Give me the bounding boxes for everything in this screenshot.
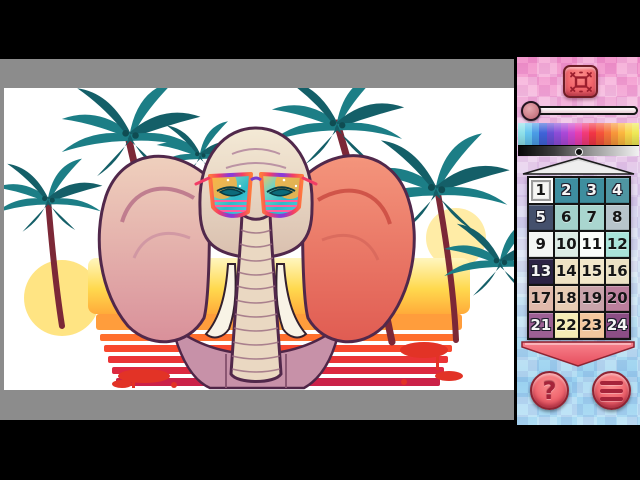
palette-cell-11[interactable]: 11 [580,232,604,257]
spectrum-swatch-8[interactable] [575,123,582,145]
help-button[interactable]: ? [530,371,569,410]
frame-target-icon [569,71,593,93]
spectrum-swatch-0[interactable] [518,123,525,145]
palette-cell-2[interactable]: 2 [555,178,579,203]
palette-arrow-banner [521,341,635,367]
size-slider-knob[interactable] [521,101,541,121]
spectrum-swatch-10[interactable] [589,123,596,145]
palette-cell-4[interactable]: 4 [606,178,630,203]
spectrum-swatch-2[interactable] [532,123,539,145]
menu-button[interactable] [592,371,631,410]
palette-cell-15[interactable]: 15 [580,259,604,284]
spectrum-swatch-13[interactable] [611,123,618,145]
menu-icon [600,379,623,403]
shade-gradient-bar[interactable] [518,145,639,156]
elephant-artwork [4,88,514,390]
spectrum-swatch-3[interactable] [539,123,546,145]
palette-cell-13[interactable]: 13 [529,259,553,284]
size-slider-track[interactable] [526,106,638,115]
palette-cell-19[interactable]: 19 [580,286,604,311]
palette-cell-10[interactable]: 10 [555,232,579,257]
spectrum-swatch-15[interactable] [625,123,632,145]
spectrum-swatch-7[interactable] [568,123,575,145]
palette-cell-5[interactable]: 5 [529,205,553,230]
palette-cell-20[interactable]: 20 [606,286,630,311]
spectrum-swatch-12[interactable] [604,123,611,145]
question-mark-icon: ? [543,377,557,405]
shade-marker[interactable] [575,148,583,156]
spectrum-swatch-9[interactable] [582,123,589,145]
palette-cell-23[interactable]: 23 [580,313,604,338]
palette-cell-6[interactable]: 6 [555,205,579,230]
spectrum-swatch-4[interactable] [547,123,554,145]
palette-cell-22[interactable]: 22 [555,313,579,338]
palette-cell-18[interactable]: 18 [555,286,579,311]
tool-sidebar: 123456789101112131415161718192021222324 … [514,57,640,425]
palette-cell-8[interactable]: 8 [606,205,630,230]
game-window: 123456789101112131415161718192021222324 … [0,0,640,480]
coloring-canvas[interactable] [4,88,514,390]
palette-roof [522,157,635,175]
palette-cell-21[interactable]: 21 [529,313,553,338]
spectrum-swatch-6[interactable] [561,123,568,145]
palette-cell-14[interactable]: 14 [555,259,579,284]
spectrum-swatch-11[interactable] [596,123,603,145]
color-spectrum-bar[interactable] [518,123,639,145]
spectrum-swatch-1[interactable] [525,123,532,145]
spectrum-swatch-16[interactable] [632,123,639,145]
frame-tool-button[interactable] [563,65,598,98]
palette-cell-24[interactable]: 24 [606,313,630,338]
palette-cell-1[interactable]: 1 [529,178,553,203]
color-number-grid: 123456789101112131415161718192021222324 [527,176,631,340]
palette-cell-7[interactable]: 7 [580,205,604,230]
palette-cell-9[interactable]: 9 [529,232,553,257]
palette-cell-16[interactable]: 16 [606,259,630,284]
palette-cell-17[interactable]: 17 [529,286,553,311]
palette-cell-12[interactable]: 12 [606,232,630,257]
palette-cell-3[interactable]: 3 [580,178,604,203]
spectrum-swatch-5[interactable] [554,123,561,145]
spectrum-swatch-14[interactable] [618,123,625,145]
